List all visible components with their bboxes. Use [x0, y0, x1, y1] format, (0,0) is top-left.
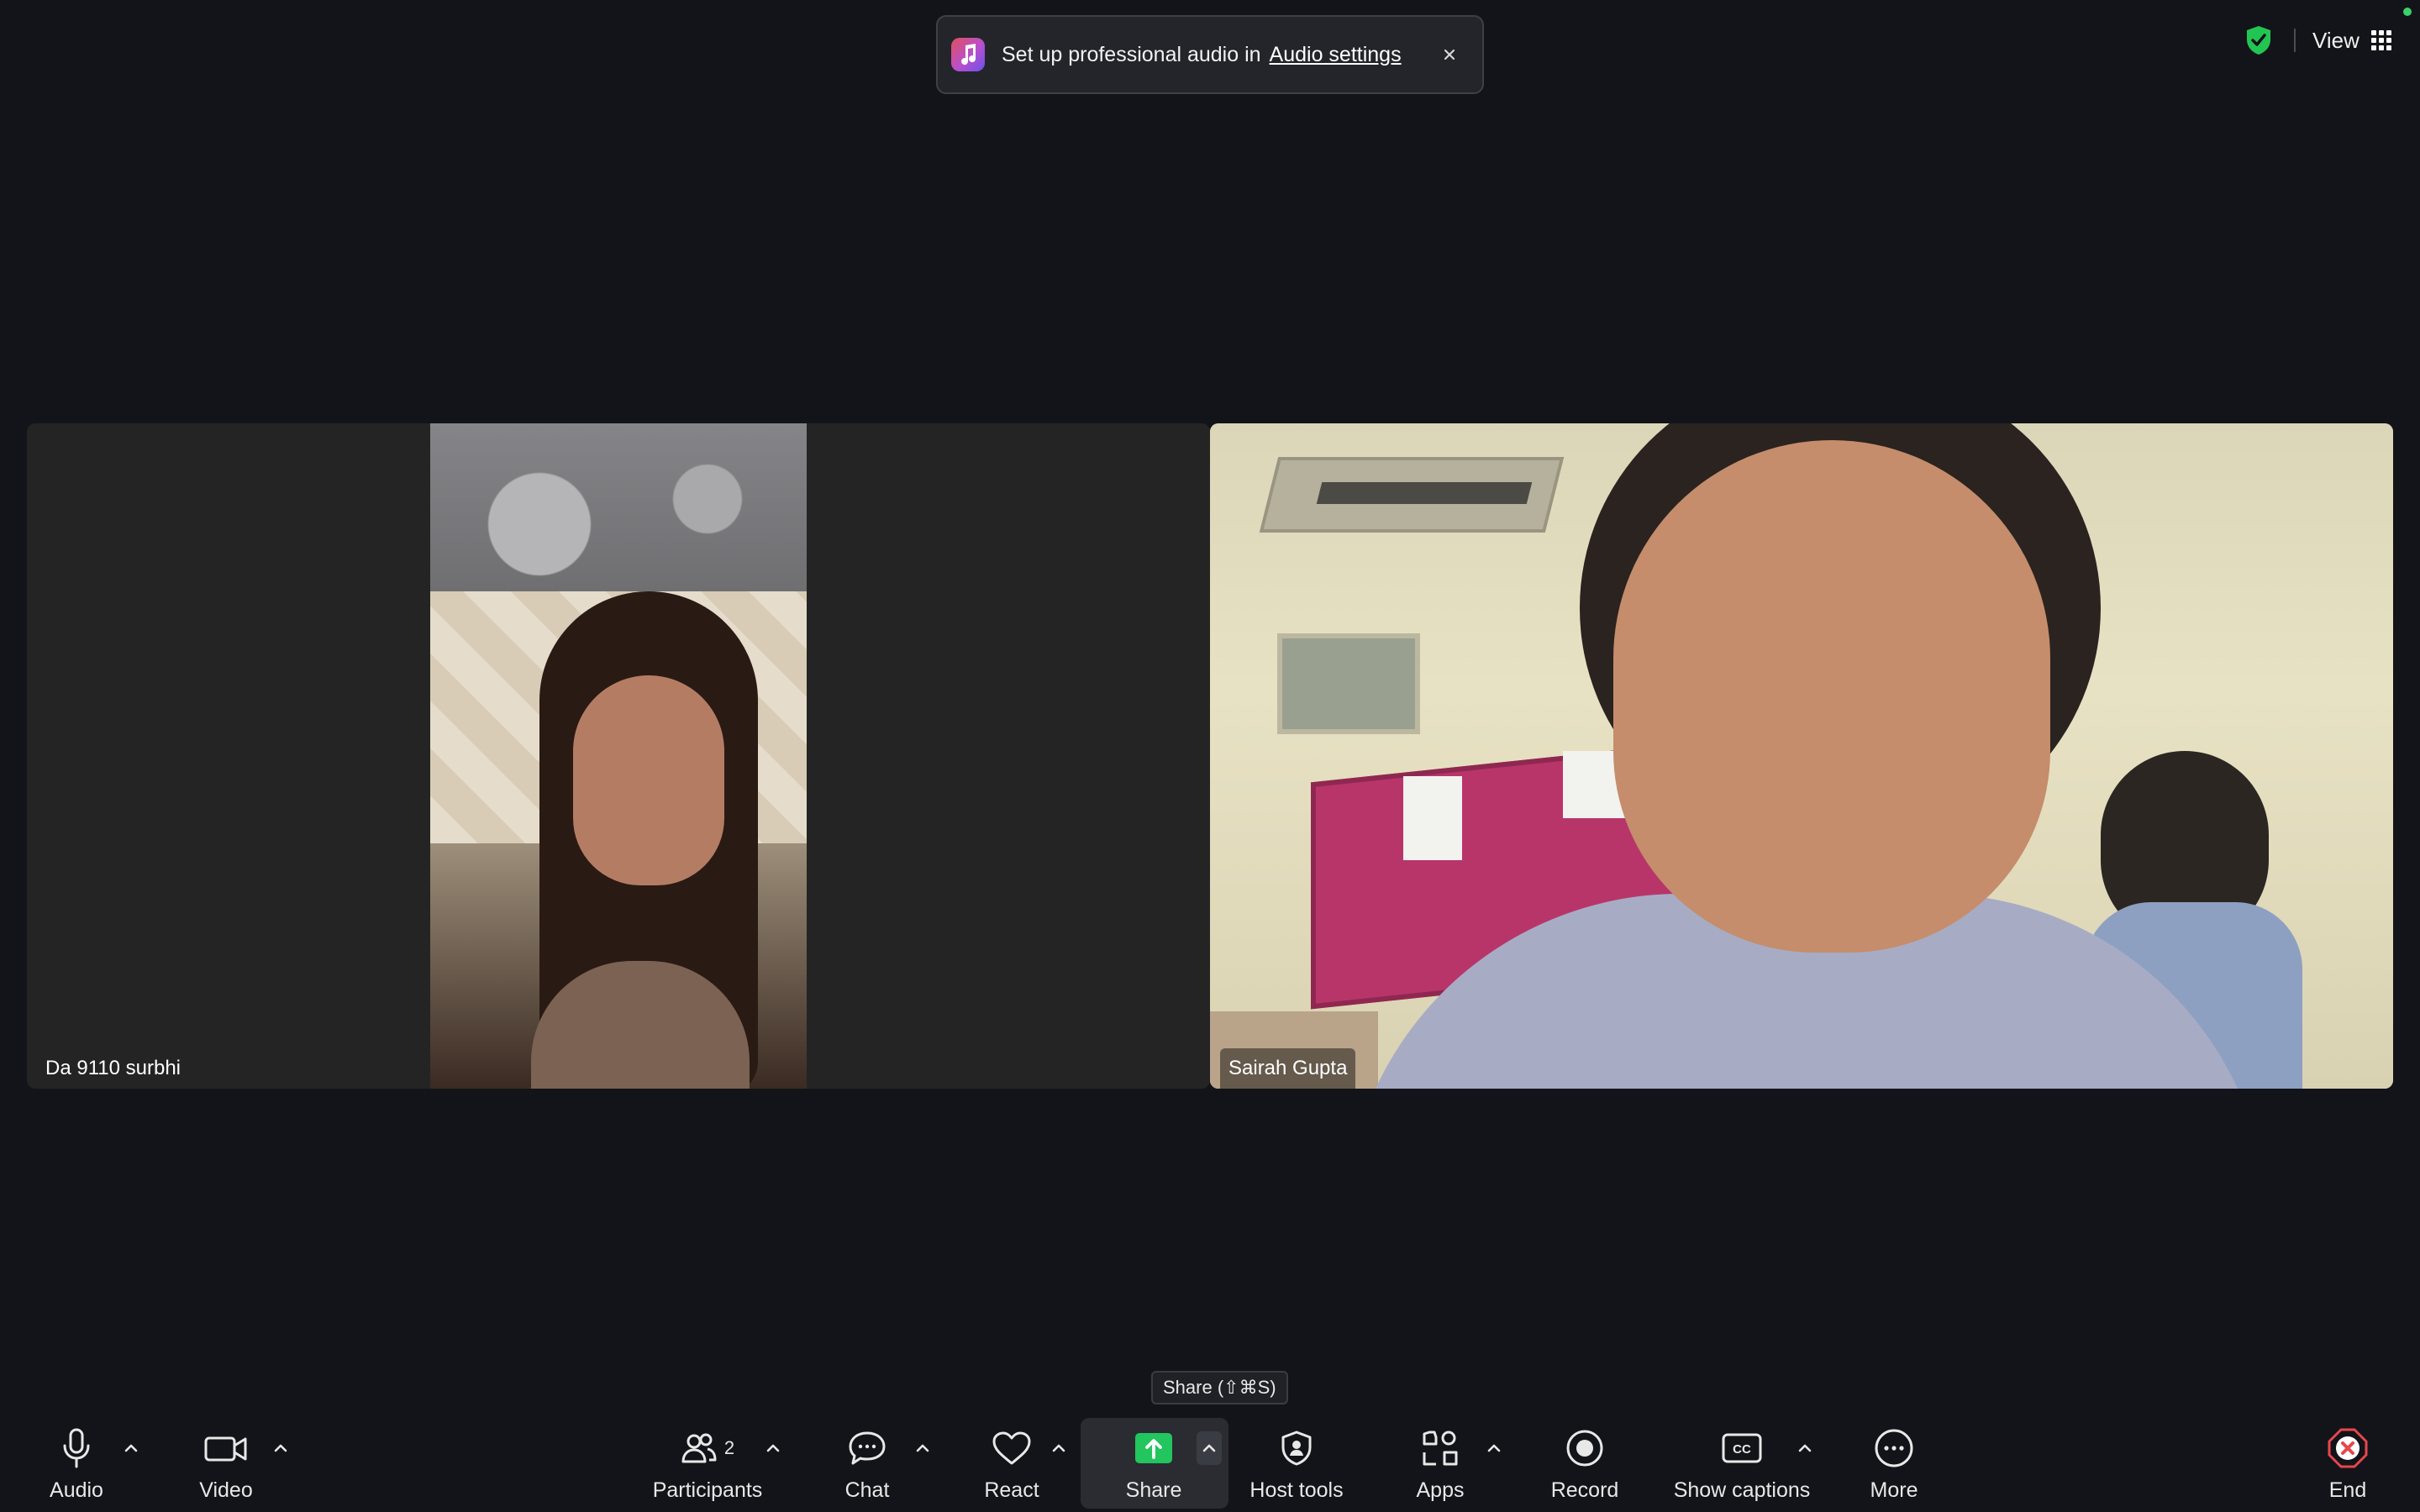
record-button[interactable]: Record: [1543, 1415, 1627, 1512]
chevron-up-icon[interactable]: [911, 1438, 934, 1458]
grid-view-icon: [2370, 30, 2391, 50]
more-dots-icon: [1874, 1423, 1914, 1473]
audio-label: Audio: [50, 1478, 103, 1502]
chevron-up-icon[interactable]: [761, 1438, 785, 1458]
react-button[interactable]: React: [975, 1415, 1049, 1512]
video-button[interactable]: Video: [192, 1415, 260, 1512]
chevron-up-icon[interactable]: [1047, 1438, 1071, 1458]
view-label: View: [2312, 27, 2360, 53]
status-dot: [2403, 8, 2412, 16]
video-tile-participant-1[interactable]: Da 9110 surbhi: [27, 423, 1210, 1089]
video-tile-participant-2[interactable]: Sairah Gupta: [1210, 423, 2393, 1089]
share-screen-icon: [1134, 1423, 1174, 1473]
microphone-icon: [60, 1423, 93, 1473]
apps-button[interactable]: Apps: [1405, 1415, 1476, 1512]
banner-text: Set up professional audio in: [1002, 42, 1261, 66]
audio-button[interactable]: Audio: [42, 1415, 111, 1512]
chevron-up-icon[interactable]: [1197, 1431, 1222, 1465]
chevron-up-icon[interactable]: [1482, 1438, 1506, 1458]
chat-button[interactable]: Chat: [832, 1415, 902, 1512]
audio-settings-banner: Set up professional audio in Audio setti…: [936, 15, 1484, 94]
record-label: Record: [1550, 1478, 1619, 1502]
music-note-icon: [951, 38, 985, 71]
end-label: End: [2328, 1478, 2367, 1502]
share-tooltip: Share (⇧⌘S): [1151, 1371, 1288, 1404]
apps-icon: [1421, 1423, 1460, 1473]
participant-video: [1210, 423, 2393, 1089]
participants-count: 2: [723, 1437, 735, 1458]
video-camera-icon: [203, 1423, 249, 1473]
end-meeting-button[interactable]: End: [2316, 1415, 2380, 1512]
end-x-icon: [2327, 1423, 2369, 1473]
view-button[interactable]: View: [2312, 28, 2391, 54]
chevron-up-icon[interactable]: [269, 1438, 292, 1458]
chevron-up-icon[interactable]: [1793, 1438, 1817, 1458]
audio-settings-link[interactable]: Audio settings: [1270, 43, 1402, 67]
show-captions-button[interactable]: CC Show captions: [1669, 1415, 1815, 1512]
top-right-controls: View: [2235, 17, 2391, 64]
host-tools-label: Host tools: [1249, 1478, 1344, 1502]
heart-icon: [991, 1423, 1033, 1473]
chat-label: Chat: [844, 1478, 890, 1502]
react-label: React: [984, 1478, 1039, 1502]
meeting-window: Set up professional audio in Audio setti…: [0, 0, 2420, 1512]
participant-name-tag: Sairah Gupta: [1220, 1048, 1356, 1089]
more-label: More: [1870, 1478, 1918, 1502]
share-label: Share: [1125, 1478, 1182, 1502]
record-icon: [1565, 1423, 1604, 1473]
security-shield-icon[interactable]: [2235, 17, 2282, 64]
participant-video: [430, 423, 807, 1089]
more-button[interactable]: More: [1859, 1415, 1929, 1512]
participants-icon: 2: [681, 1423, 734, 1473]
host-tools-shield-icon: [1280, 1423, 1313, 1473]
show-captions-label: Show captions: [1673, 1478, 1811, 1502]
host-tools-button[interactable]: Host tools: [1244, 1415, 1349, 1512]
meeting-toolbar: Audio Video 2 Participants Chat React Sh…: [0, 1415, 2420, 1512]
chat-bubble-icon: [847, 1423, 887, 1473]
share-button[interactable]: Share: [1118, 1415, 1190, 1512]
closed-captions-icon: CC: [1721, 1423, 1763, 1473]
participants-button[interactable]: 2 Participants: [640, 1415, 775, 1512]
participant-name-tag: Da 9110 surbhi: [45, 1057, 181, 1079]
close-icon[interactable]: [1437, 42, 1462, 67]
svg-text:CC: CC: [1733, 1442, 1751, 1457]
participants-label: Participants: [652, 1478, 763, 1502]
apps-label: Apps: [1416, 1478, 1465, 1502]
video-label: Video: [199, 1478, 253, 1502]
chevron-up-icon[interactable]: [119, 1438, 143, 1458]
divider: [2294, 29, 2296, 52]
